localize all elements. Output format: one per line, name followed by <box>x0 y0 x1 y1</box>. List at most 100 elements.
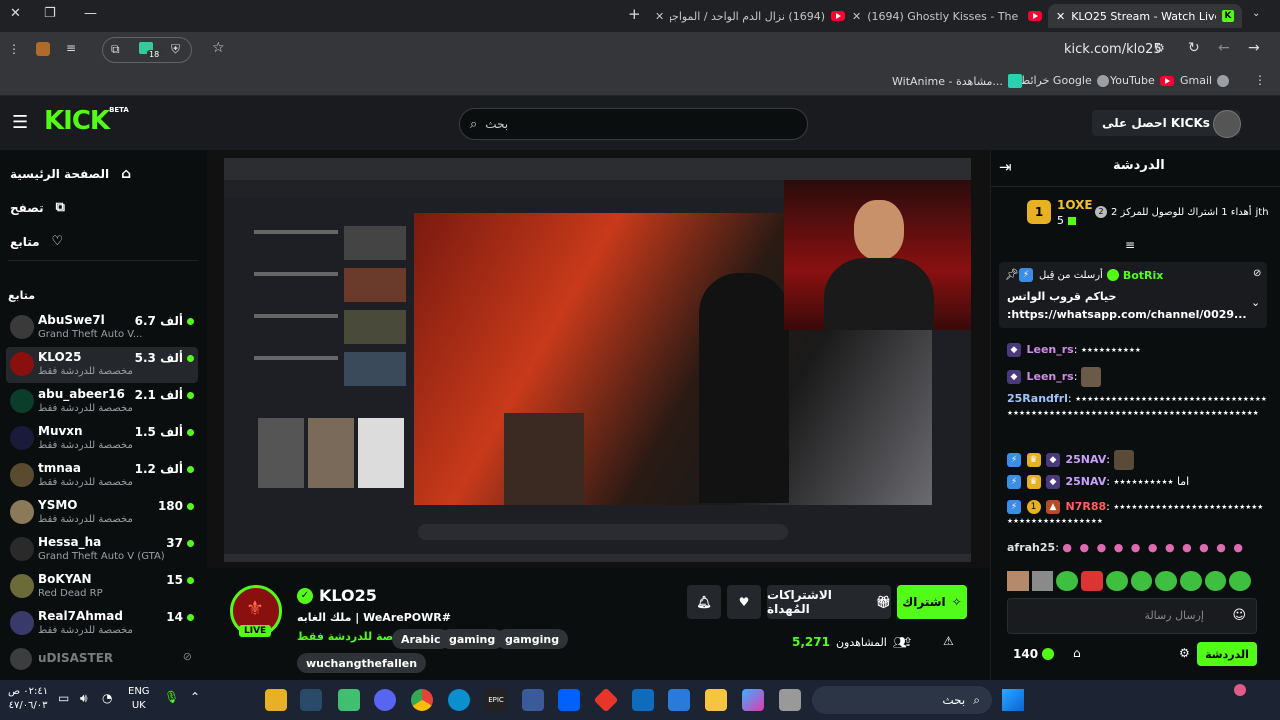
mic-icon[interactable]: 🎙︎ <box>164 690 179 704</box>
notification-icon[interactable] <box>1234 684 1246 696</box>
store-icon[interactable] <box>668 689 690 711</box>
app-icon[interactable] <box>338 689 360 711</box>
subscribe-button[interactable]: اشتراك ✧ <box>897 585 967 619</box>
apps-grid-icon[interactable]: ⋮ <box>1254 73 1266 87</box>
bookmark-star-icon[interactable]: ☆ <box>212 40 225 56</box>
shield-icon[interactable]: ⛨ <box>171 42 180 57</box>
chrome-icon[interactable] <box>411 689 433 711</box>
channel-item[interactable]: Real7Ahmad مخصصة للدردشة فقط 14 <box>6 606 198 642</box>
kick-logo[interactable]: KICKBETA <box>44 106 129 136</box>
battery-icon[interactable]: ▭ <box>58 691 69 705</box>
streamer-name[interactable]: KLO25 <box>319 586 377 605</box>
gift-subs-button[interactable]: الاشتراكات المُهداة 🎁︎ <box>767 585 891 619</box>
app-icon[interactable] <box>265 689 287 711</box>
epic-games-icon[interactable]: EPIC <box>485 689 507 711</box>
emoji-picker-icon[interactable]: ☺ <box>1232 608 1246 623</box>
bookmark-gmail[interactable]: Gmail <box>1180 74 1230 87</box>
tab-kick-active[interactable]: ✕ KLO25 Stream - Watch Live K <box>1048 4 1242 28</box>
clock[interactable]: ٠٢:٤١ ص ٤٧/٠٦/٠٣ <box>8 685 48 713</box>
copilot-icon[interactable] <box>742 689 764 711</box>
sidebar-item-following[interactable]: ♡ متابع <box>10 234 200 249</box>
channel-item[interactable]: AbuSwe7l Grand Theft Auto V... 6.7 ألف <box>6 310 198 346</box>
emote-icon[interactable] <box>1031 571 1054 591</box>
emote-icon[interactable] <box>1007 571 1029 591</box>
report-icon[interactable]: ⚠ <box>943 634 954 648</box>
tab-youtube-1[interactable]: ✕ (1694) Ghostly Kisses - The City <box>852 4 1042 28</box>
search-input[interactable]: ⌕ بحث <box>459 108 808 140</box>
close-tab-icon[interactable]: ✕ <box>852 10 861 23</box>
channel-item[interactable]: abu_abeer16 مخصصة للدردشة فقط 2.1 ألف <box>6 384 198 420</box>
minimize-window-icon[interactable]: — <box>84 6 97 21</box>
language-indicator[interactable]: ENG UK <box>128 685 150 713</box>
bookmark-youtube[interactable]: YouTube <box>1110 74 1174 87</box>
hamburger-menu-icon[interactable]: ☰ <box>12 112 28 133</box>
media-control-icon[interactable]: ≡ <box>66 41 76 55</box>
video-player[interactable] <box>207 150 990 568</box>
unpin-icon[interactable]: ⊘ <box>1253 268 1261 279</box>
menu-dots-icon[interactable]: ⋮ <box>8 42 20 56</box>
emote-icon[interactable] <box>1155 571 1177 591</box>
outlook-icon[interactable] <box>632 689 654 711</box>
bookmark-google-maps[interactable]: خرائط Google <box>1020 74 1109 87</box>
start-menu-icon[interactable] <box>1002 689 1024 711</box>
new-tab-icon[interactable]: + <box>628 5 641 23</box>
volume-icon[interactable]: 🔊︎ <box>80 691 88 706</box>
taskbar-search[interactable]: بحث ⌕ <box>812 686 992 714</box>
send-chat-button[interactable]: الدردشة <box>1197 642 1257 666</box>
pinned-link[interactable]: :https://whatsapp.com/channel/0029... <box>1007 308 1247 321</box>
emote-icon[interactable] <box>1081 571 1103 591</box>
close-tab-icon[interactable]: ✕ <box>655 10 664 23</box>
restore-window-icon[interactable]: ❐ <box>44 6 56 21</box>
channel-item-selected[interactable]: KLO25 مخصصة للدردشة فقط 5.3 ألف <box>6 347 198 383</box>
user-avatar[interactable] <box>1213 110 1241 138</box>
channel-item[interactable]: tmnaa مخصصة للدردشة فقط 1.2 ألف <box>6 458 198 494</box>
chat-settings-icon[interactable]: ⚙ <box>1179 646 1190 660</box>
top-gifter-name[interactable]: 1OXE <box>1057 198 1093 212</box>
emote-icon[interactable] <box>1130 571 1153 591</box>
tag-gamging[interactable]: gamging <box>496 629 569 649</box>
site-settings-icon[interactable]: ⚙ <box>1154 41 1165 55</box>
tab-search-icon[interactable]: ⌄ <box>1252 8 1260 19</box>
file-explorer-icon[interactable] <box>705 689 727 711</box>
dropbox-icon[interactable] <box>558 689 580 711</box>
channel-item[interactable]: Hessa_ha Grand Theft Auto V (GTA) 37 <box>6 532 198 568</box>
steam-icon[interactable] <box>300 689 322 711</box>
tab-youtube-2[interactable]: ✕ (1694) نزال الدم الواحد / المواجهة <box>655 4 845 28</box>
app-icon[interactable] <box>593 687 619 713</box>
back-icon[interactable]: ← <box>1218 40 1230 56</box>
emote-icon[interactable] <box>1056 571 1079 591</box>
forward-icon[interactable]: → <box>1248 40 1260 56</box>
puzzle-icon[interactable]: ⧉ <box>111 42 120 57</box>
discord-icon[interactable] <box>374 689 396 711</box>
channel-points[interactable]: 140 <box>1013 647 1055 661</box>
emote-icon[interactable] <box>1179 571 1202 591</box>
edge-icon[interactable] <box>448 689 470 711</box>
channel-item-offline[interactable]: uDISASTER ⊘ <box>6 646 198 682</box>
close-window-icon[interactable]: ✕ <box>10 6 21 21</box>
tray-overflow-icon[interactable]: ⌃ <box>190 690 200 704</box>
sidebar-item-home[interactable]: ⌂ الصفحة الرئيسية <box>10 166 200 182</box>
tag-wuchangthefallen[interactable]: wuchangthefallen <box>297 653 427 673</box>
emote-icon[interactable] <box>1105 571 1128 591</box>
leaderboard-toggle-icon[interactable]: ≡ <box>1125 238 1135 252</box>
extension-icon[interactable] <box>36 42 50 56</box>
share-icon[interactable]: ⇪ <box>903 635 913 649</box>
emote-icon[interactable] <box>1229 571 1252 591</box>
bookmark-witanime[interactable]: WitAnime - مشاهدة... <box>892 74 1022 88</box>
notifications-button[interactable]: 🔔︎ <box>687 585 721 619</box>
store-icon[interactable]: ⌂ <box>1073 646 1081 660</box>
expand-pinned-icon[interactable]: ⌄ <box>1251 296 1260 309</box>
app-icon[interactable] <box>522 689 544 711</box>
channel-item[interactable]: Muvxn مخصصة للدردشة فقط 1.5 ألف <box>6 421 198 457</box>
close-tab-icon[interactable]: ✕ <box>1056 10 1065 23</box>
emote-icon[interactable] <box>1204 571 1227 591</box>
app-icon[interactable] <box>779 689 801 711</box>
chat-input[interactable]: إرسال رسالة ☺ <box>1007 598 1257 634</box>
follow-button[interactable]: ♥ <box>727 585 761 619</box>
sidebar-item-browse[interactable]: ⧉ تصفح <box>10 200 200 215</box>
tag-gaming[interactable]: gaming <box>440 629 505 649</box>
wifi-icon[interactable]: ◔ <box>102 691 112 705</box>
channel-item[interactable]: BoKYAN Red Dead RP 15 <box>6 569 198 605</box>
collapse-chat-icon[interactable]: ⇥ <box>999 158 1012 176</box>
channel-item[interactable]: YSMO مخصصة للدردشة فقط 180 <box>6 495 198 531</box>
